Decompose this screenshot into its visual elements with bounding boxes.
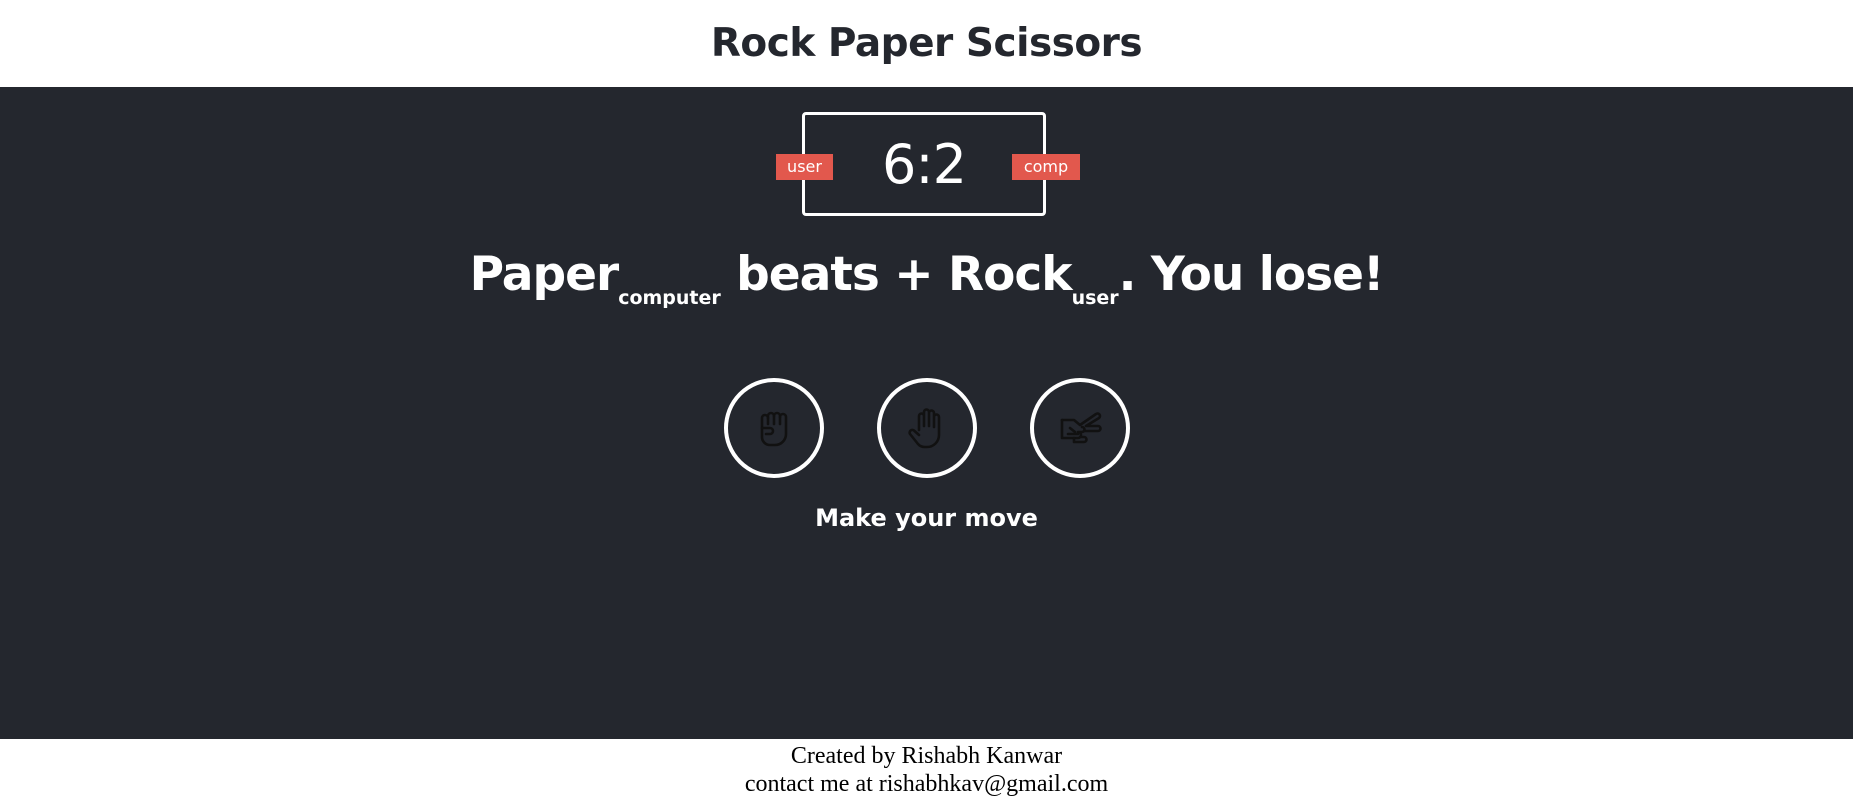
result-message: Papercomputer beats + Rockuser. You lose… [0,247,1853,308]
paper-button[interactable] [876,378,977,478]
result-verb: beats + [736,247,948,302]
game-area: user 6:2 comp Papercomputer beats + Rock… [0,87,1853,739]
score-display: 6:2 [882,132,967,196]
rock-button[interactable] [723,378,824,478]
choices [0,378,1853,478]
computer-subscript: computer [618,287,721,309]
footer-contact: contact me at rishabhkav@gmail.com [744,771,1109,797]
result-outcome: . You lose! [1118,247,1385,302]
user-choice: Rock [947,247,1073,302]
footer-credit: Created by Rishabh Kanwar [790,743,1063,769]
scissors-hand-icon [1060,412,1102,444]
move-prompt: Make your move [815,504,1038,532]
hand-icon [907,408,940,449]
computer-choice: Paper [469,247,620,302]
scissors-button[interactable] [1029,378,1130,478]
user-subscript: user [1071,287,1119,309]
fist-icon [760,411,787,447]
header: Rock Paper Scissors [0,0,1853,87]
comp-badge: comp [1012,154,1080,180]
page-title: Rock Paper Scissors [710,21,1143,66]
user-badge: user [776,154,833,180]
scoreboard: user 6:2 comp [776,112,1080,216]
footer: Created by Rishabh Kanwar contact me at … [0,739,1853,797]
